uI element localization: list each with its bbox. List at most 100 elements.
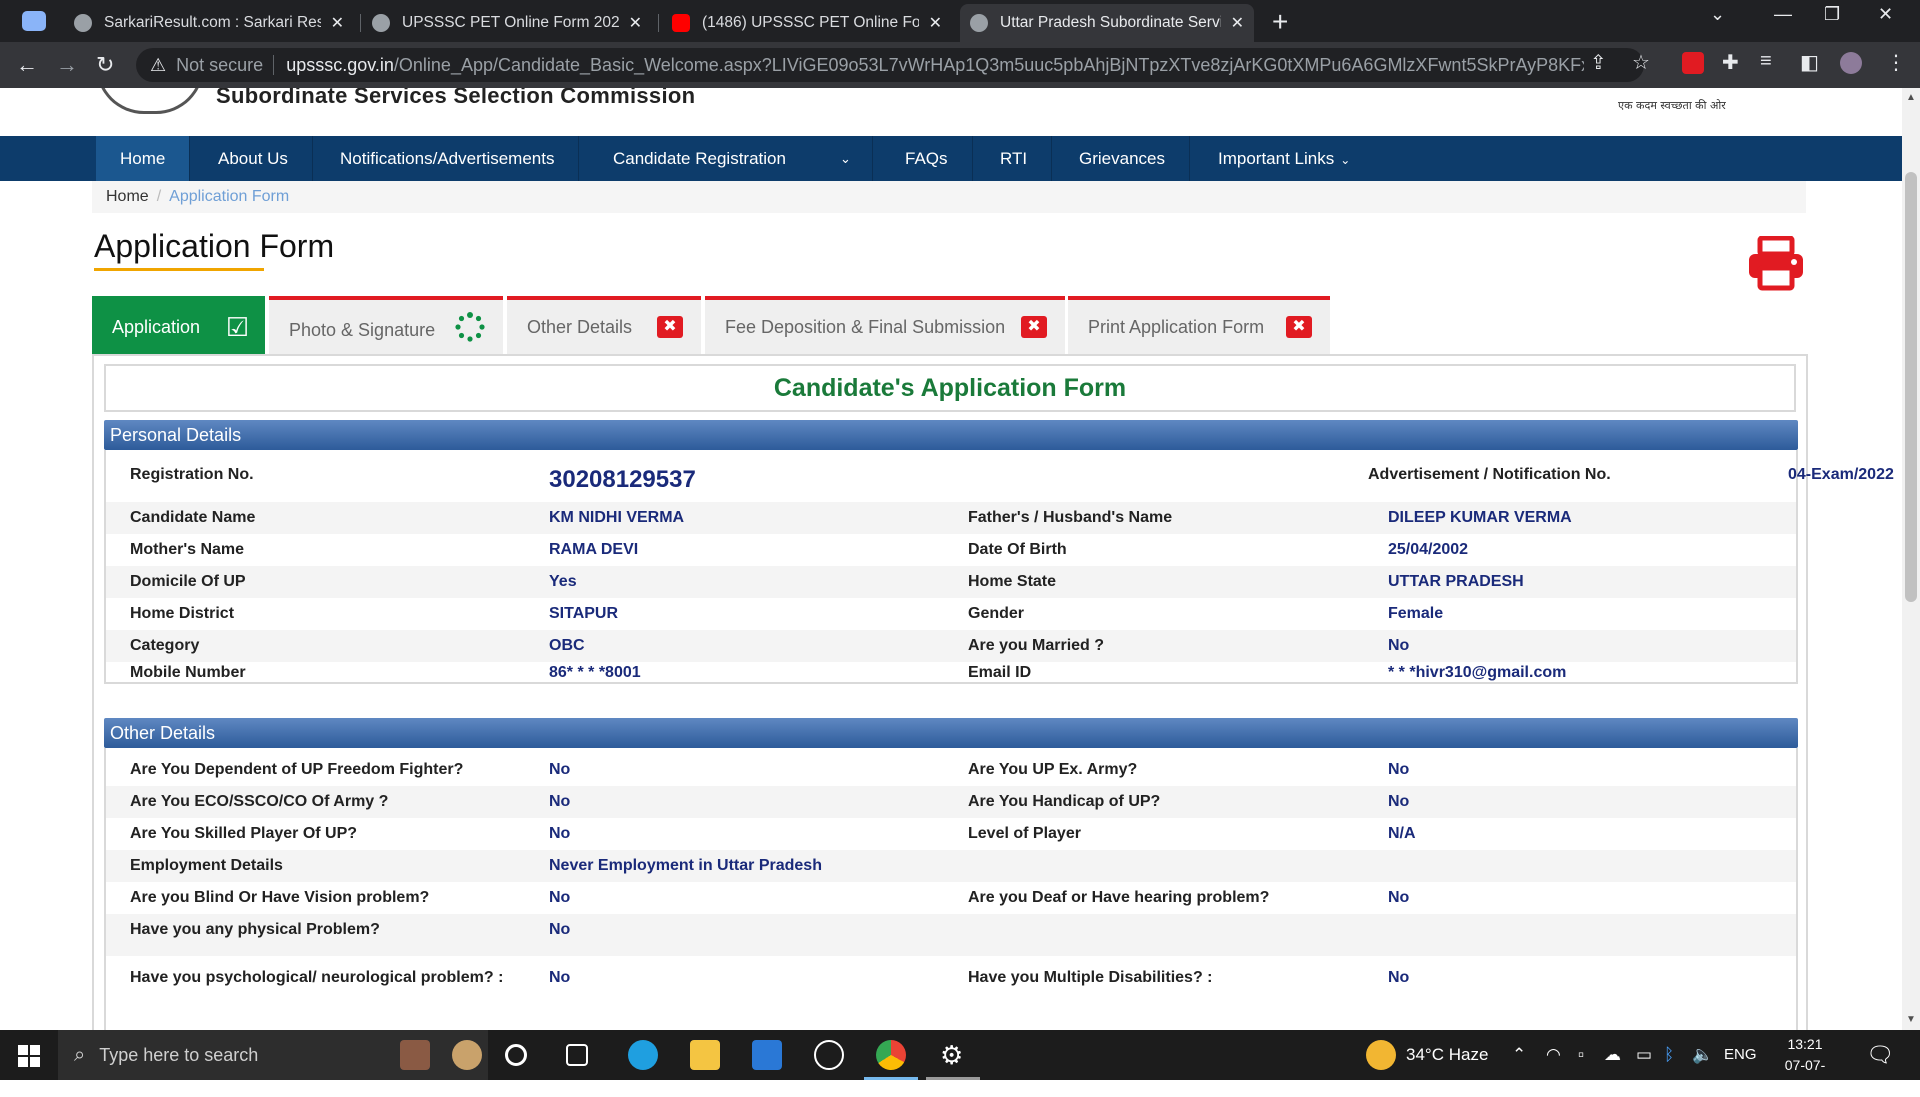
field-label: Advertisement / Notification No. (1368, 466, 1611, 483)
file-explorer-icon[interactable] (690, 1040, 720, 1070)
nav-faqs[interactable]: FAQs (881, 136, 973, 181)
step-other-details[interactable]: Other Details ✖ (507, 296, 701, 354)
field-label: Home District (130, 605, 235, 622)
nav-important-links[interactable]: Important Links ⌄ (1194, 136, 1374, 181)
browser-tab-sarkari[interactable]: SarkariResult.com : Sarkari Result ✕ (64, 4, 354, 42)
field-value: UTTAR PRADESH (1388, 573, 1524, 590)
restore-icon[interactable]: ❐ (1824, 4, 1840, 25)
tab-search-icon[interactable] (22, 11, 46, 31)
pocket-extension-icon[interactable] (1682, 52, 1704, 74)
close-window-icon[interactable]: ✕ (1878, 4, 1893, 25)
field-label: Gender (968, 605, 1025, 622)
close-tab-icon[interactable]: ✕ (929, 13, 942, 33)
side-panel-icon[interactable]: ◧ (1800, 50, 1819, 75)
scroll-thumb[interactable] (1905, 172, 1917, 602)
scroll-up-icon[interactable]: ▲ (1906, 92, 1916, 103)
chevron-down-icon[interactable]: ⌄ (840, 136, 851, 181)
field-label: Father's / Husband's Name (968, 509, 1173, 526)
nav-notifications[interactable]: Notifications/Advertisements (316, 136, 580, 181)
language-indicator[interactable]: ENG (1724, 1030, 1757, 1080)
weather-text[interactable]: 34°C Haze (1406, 1030, 1488, 1080)
share-icon[interactable]: ⇪ (1590, 50, 1607, 75)
field-label: Category (130, 637, 200, 654)
nav-about-us[interactable]: About Us (194, 136, 313, 181)
nav-rti[interactable]: RTI (976, 136, 1053, 181)
url-host: upsssc.gov.in (286, 54, 394, 75)
field-label: Date Of Birth (968, 541, 1067, 558)
field-label: Are you Married ? (968, 637, 1105, 654)
swachh-tagline: एक कदम स्वच्छता की ओर (1618, 99, 1726, 112)
media-control-icon[interactable]: ≡ (1760, 50, 1772, 73)
weather-icon[interactable] (1366, 1040, 1396, 1070)
reload-icon[interactable]: ↻ (96, 52, 114, 78)
new-tab-button[interactable]: + (1272, 6, 1288, 38)
page-scrollbar[interactable]: ▲ ▼ (1902, 88, 1920, 1030)
profile-avatar[interactable] (1840, 52, 1862, 74)
nav-important-links-label: Important Links (1218, 149, 1335, 168)
extensions-puzzle-icon[interactable]: ✚ (1722, 50, 1739, 75)
chevron-up-icon[interactable]: ⌃ (1512, 1030, 1526, 1080)
windows-start-icon[interactable] (18, 1045, 40, 1067)
edge-browser-icon[interactable] (628, 1040, 658, 1070)
task-view-icon[interactable] (566, 1044, 588, 1066)
printer-icon[interactable] (1746, 236, 1806, 292)
chrome-icon[interactable] (876, 1040, 906, 1070)
minimize-icon[interactable]: — (1774, 4, 1792, 25)
network-icon[interactable]: ◠ (1546, 1030, 1561, 1080)
address-divider (273, 55, 275, 75)
onedrive-cloud-icon[interactable]: ☁ (1604, 1030, 1621, 1080)
battery-icon[interactable]: ▭ (1636, 1030, 1652, 1080)
settings-gear-icon[interactable]: ⚙ (940, 1030, 963, 1080)
back-arrow-icon[interactable]: ← (16, 52, 38, 78)
breadcrumb-home[interactable]: Home (106, 188, 149, 205)
field-value: 25/04/2002 (1388, 541, 1469, 558)
address-bar[interactable]: ⚠ Not secure upsssc.gov.in /Online_App/C… (136, 48, 1644, 82)
tab-list-chevron-icon[interactable]: ⌄ (1710, 4, 1725, 25)
search-icon: ⌕ (74, 1043, 86, 1066)
step-application[interactable]: Application ☑ (92, 296, 265, 354)
nav-candidate-registration[interactable]: Candidate Registration (589, 136, 873, 181)
table-row: Home District SITAPUR Gender Female (106, 598, 1796, 630)
field-label: Registration No. (130, 466, 254, 483)
field-label: Mother's Name (130, 541, 245, 558)
nav-candidate-registration-label: Candidate Registration (613, 149, 786, 168)
notification-center-icon[interactable]: 🗨 (1866, 1030, 1894, 1080)
bookmark-star-icon[interactable]: ☆ (1632, 50, 1650, 75)
taskbar-clock[interactable]: 13:21 07-07-2022 (1770, 1034, 1840, 1097)
clock-date: 07-07-2022 (1784, 1057, 1826, 1094)
step-fee-deposition[interactable]: Fee Deposition & Final Submission ✖ (705, 296, 1065, 354)
application-form: Candidate's Application Form Personal De… (92, 354, 1894, 1030)
browser-menu-icon[interactable]: ⋮ (1886, 50, 1906, 75)
browser-tab-youtube[interactable]: (1486) UPSSSC PET Online Form ✕ (662, 4, 952, 42)
step-photo-signature[interactable]: Photo & Signature (269, 296, 503, 354)
browser-toolbar: ← → ↻ ⚠ Not secure upsssc.gov.in /Online… (0, 42, 1920, 88)
scroll-down-icon[interactable]: ▼ (1906, 1014, 1916, 1025)
close-tab-icon[interactable]: ✕ (629, 13, 642, 33)
close-tab-icon[interactable]: ✕ (1231, 13, 1244, 33)
forward-arrow-icon[interactable]: → (56, 52, 78, 78)
nav-grievances[interactable]: Grievances (1055, 136, 1190, 181)
field-label: Are You Skilled Player Of UP? (130, 825, 358, 842)
close-tab-icon[interactable]: ✕ (331, 13, 344, 33)
browser-tab-upsssc-pet[interactable]: UPSSSC PET Online Form 2022 | U ✕ (362, 4, 652, 42)
step-print-application[interactable]: Print Application Form ✖ (1068, 296, 1330, 354)
cortana-icon[interactable] (505, 1044, 527, 1066)
table-row: Registration No. 30208129537 Advertiseme… (106, 462, 1894, 500)
chevron-down-icon: ⌄ (1340, 153, 1351, 167)
table-row: Employment Details Never Employment in U… (106, 850, 1796, 882)
search-highlight-icon[interactable] (400, 1040, 430, 1070)
browser-tab-active[interactable]: Uttar Pradesh Subordinate Servic ✕ (960, 4, 1254, 42)
nav-home[interactable]: Home (96, 136, 191, 181)
site-favicon-icon (74, 14, 92, 32)
security-status[interactable]: Not secure (176, 55, 263, 76)
dell-icon[interactable] (814, 1040, 844, 1070)
url-path: /Online_App/Candidate_Basic_Welcome.aspx… (393, 54, 1584, 75)
mail-icon[interactable] (752, 1040, 782, 1070)
meet-now-icon[interactable]: ▫ (1578, 1030, 1584, 1080)
table-row: Mother's Name RAMA DEVI Date Of Birth 25… (106, 534, 1796, 566)
bluetooth-icon[interactable]: ᛒ (1664, 1030, 1674, 1080)
step-label: Print Application Form (1088, 316, 1265, 337)
tab-title: SarkariResult.com : Sarkari Result (104, 14, 321, 31)
volume-icon[interactable]: 🔈 (1692, 1030, 1713, 1080)
cookie-icon[interactable] (452, 1040, 482, 1070)
